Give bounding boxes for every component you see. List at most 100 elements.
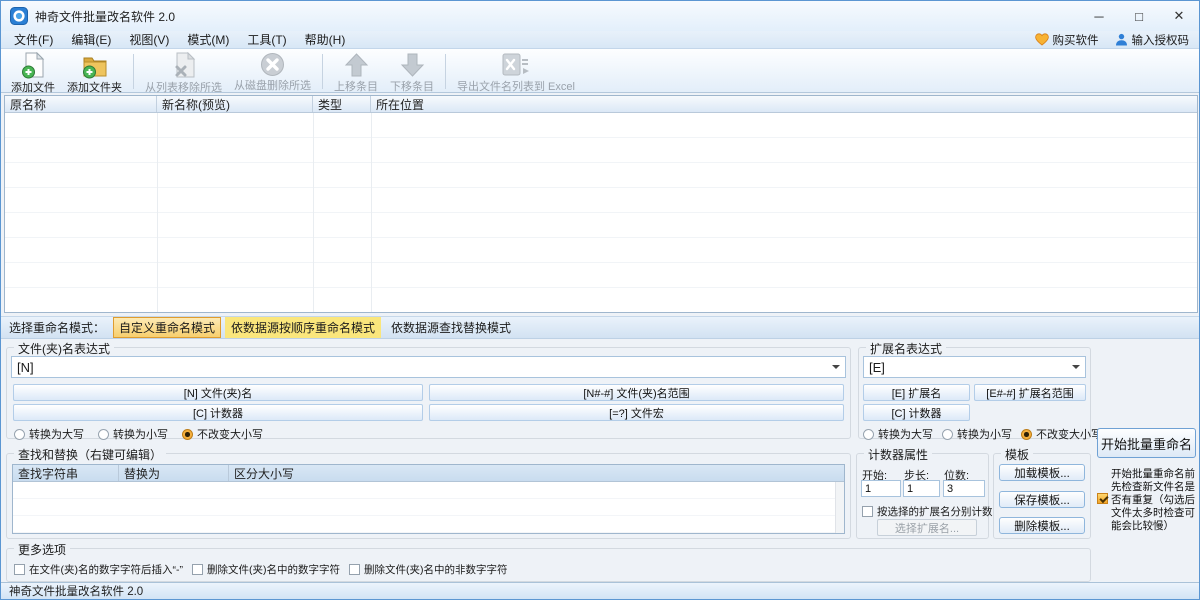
radio-lowercase[interactable]: 转换为小写: [98, 426, 168, 442]
radio-label: 转换为小写: [957, 426, 1012, 442]
tab-datasource-find-replace-mode[interactable]: 依数据源查找替换模式: [385, 317, 517, 338]
close-button[interactable]: ✕: [1159, 1, 1199, 31]
radio-icon: [14, 429, 25, 440]
maximize-button[interactable]: □: [1119, 1, 1159, 31]
buy-software-label: 购买软件: [1053, 32, 1099, 48]
insert-extension-button[interactable]: [E] 扩展名: [863, 384, 970, 401]
remove-from-list-button: 从列表移除所选: [139, 51, 228, 92]
menu-mode[interactable]: 模式(M): [178, 30, 238, 49]
insert-dash-after-digits-checkbox[interactable]: 在文件(夹)名的数字字符后插入“-”: [14, 562, 183, 577]
menu-help[interactable]: 帮助(H): [296, 30, 355, 49]
enter-license-link[interactable]: 输入授权码: [1115, 32, 1190, 48]
chevron-down-icon[interactable]: [827, 357, 845, 377]
counter-start-input[interactable]: [861, 480, 901, 497]
delete-template-button[interactable]: 删除模板...: [999, 517, 1085, 534]
group-label: 模板: [1001, 446, 1033, 463]
tab-datasource-sequence-mode[interactable]: 依数据源按顺序重命名模式: [225, 317, 381, 338]
radio-uppercase[interactable]: 转换为大写: [863, 426, 933, 442]
more-options-row: 在文件(夹)名的数字字符后插入“-” 删除文件(夹)名中的数字字符 删除文件(夹…: [14, 562, 507, 577]
insert-file-macro-button[interactable]: [=?] 文件宏: [429, 404, 844, 421]
menu-file[interactable]: 文件(F): [5, 30, 62, 49]
toolbar-label: 从列表移除所选: [145, 79, 222, 95]
toolbar: 添加文件 添加文件夹: [1, 49, 1199, 93]
menu-tools[interactable]: 工具(T): [238, 30, 295, 49]
group-label: 计数器属性: [864, 446, 932, 463]
insert-extension-range-button[interactable]: [E#-#] 扩展名范围: [974, 384, 1086, 401]
save-template-button[interactable]: 保存模板...: [999, 491, 1085, 508]
radio-uppercase[interactable]: 转换为大写: [14, 426, 84, 442]
radio-icon: [863, 429, 874, 440]
counter-digits-input[interactable]: [943, 480, 985, 497]
extension-expression-group: 扩展名表达式 [E] [E] 扩展名 [E#-#] 扩展名范围 [C] 计数器 …: [858, 347, 1091, 439]
column-divider: [157, 113, 158, 312]
column-new-name-preview[interactable]: 新名称(预览): [157, 96, 313, 112]
enter-license-label: 输入授权码: [1132, 32, 1190, 48]
scrollbar[interactable]: [835, 482, 844, 533]
find-replace-header: 查找字符串 替换为 区分大小写: [13, 465, 844, 482]
remove-non-digits-checkbox[interactable]: 删除文件(夹)名中的非数字字符: [349, 562, 508, 577]
toolbar-separator: [445, 54, 446, 89]
minimize-button[interactable]: ─: [1079, 1, 1119, 31]
insert-ext-counter-button[interactable]: [C] 计数器: [863, 404, 970, 421]
start-batch-rename-button[interactable]: 开始批量重命名: [1097, 428, 1196, 458]
extension-expression-combobox[interactable]: [E]: [863, 356, 1086, 378]
remove-from-list-icon: [172, 52, 196, 79]
counter-properties-group: 计数器属性 开始: 步长: 位数: 按选择的扩展名分别计数 选择扩展名...: [856, 453, 989, 539]
export-excel-icon: [501, 52, 531, 78]
add-file-icon: [21, 52, 45, 79]
title-bar: 神奇文件批量改名软件 2.0 ─ □ ✕: [1, 1, 1199, 31]
window-title: 神奇文件批量改名软件 2.0: [35, 8, 175, 25]
check-duplicates-checkbox[interactable]: [1097, 493, 1108, 504]
move-down-button: 下移条目: [384, 51, 440, 92]
radio-label: 转换为小写: [113, 426, 168, 442]
menu-edit[interactable]: 编辑(E): [62, 30, 120, 49]
menu-view[interactable]: 视图(V): [120, 30, 178, 49]
status-text: 神奇文件批量改名软件 2.0: [9, 583, 143, 599]
checkbox-label: 在文件(夹)名的数字字符后插入“-”: [29, 562, 183, 577]
add-files-button[interactable]: 添加文件: [5, 51, 61, 92]
column-type[interactable]: 类型: [313, 96, 371, 112]
app-logo-icon: [10, 7, 28, 25]
checkbox-icon: [192, 564, 203, 575]
counter-step-input[interactable]: [903, 480, 940, 497]
chevron-down-icon[interactable]: [1067, 357, 1085, 377]
count-by-extension-checkbox[interactable]: 按选择的扩展名分别计数: [862, 504, 993, 519]
radio-icon: [942, 429, 953, 440]
radio-keep-case[interactable]: 不改变大小写: [182, 426, 263, 442]
license-user-icon: [1115, 33, 1128, 46]
radio-lowercase[interactable]: 转换为小写: [942, 426, 1012, 442]
group-label: 扩展名表达式: [866, 340, 946, 357]
extension-expression-value: [E]: [869, 360, 885, 375]
add-folder-button[interactable]: 添加文件夹: [61, 51, 128, 92]
insert-name-range-button[interactable]: [N#-#] 文件(夹)名范围: [429, 384, 844, 401]
checkbox-icon: [349, 564, 360, 575]
radio-label: 不改变大小写: [1036, 426, 1102, 442]
buy-software-link[interactable]: 购买软件: [1035, 32, 1099, 48]
file-list: 原名称 新名称(预览) 类型 所在位置: [4, 95, 1198, 313]
column-replace-with[interactable]: 替换为: [119, 465, 229, 481]
radio-keep-case[interactable]: 不改变大小写: [1021, 426, 1102, 442]
move-up-button: 上移条目: [328, 51, 384, 92]
move-down-icon: [400, 52, 425, 78]
load-template-button[interactable]: 加载模板...: [999, 464, 1085, 481]
remove-digits-checkbox[interactable]: 删除文件(夹)名中的数字字符: [192, 562, 340, 577]
file-list-header: 原名称 新名称(预览) 类型 所在位置: [5, 96, 1197, 113]
toolbar-separator: [133, 54, 134, 89]
find-replace-body[interactable]: [13, 482, 835, 533]
tab-custom-rename-mode[interactable]: 自定义重命名模式: [113, 317, 221, 338]
column-case-sensitive[interactable]: 区分大小写: [229, 465, 844, 481]
column-location[interactable]: 所在位置: [371, 96, 1197, 112]
insert-counter-button[interactable]: [C] 计数器: [13, 404, 423, 421]
group-label: 查找和替换（右键可编辑）: [14, 446, 166, 463]
file-list-body[interactable]: [5, 113, 1197, 312]
filename-expression-combobox[interactable]: [N]: [11, 356, 846, 378]
toolbar-separator: [322, 54, 323, 89]
rename-mode-bar: 选择重命名模式： 自定义重命名模式 依数据源按顺序重命名模式 依数据源查找替换模…: [1, 316, 1199, 339]
column-original-name[interactable]: 原名称: [5, 96, 157, 112]
toolbar-label: 添加文件夹: [67, 79, 122, 95]
radio-label: 转换为大写: [29, 426, 84, 442]
find-replace-table[interactable]: 查找字符串 替换为 区分大小写: [12, 464, 845, 534]
insert-name-button[interactable]: [N] 文件(夹)名: [13, 384, 423, 401]
column-find-string[interactable]: 查找字符串: [13, 465, 119, 481]
move-up-icon: [344, 52, 369, 78]
